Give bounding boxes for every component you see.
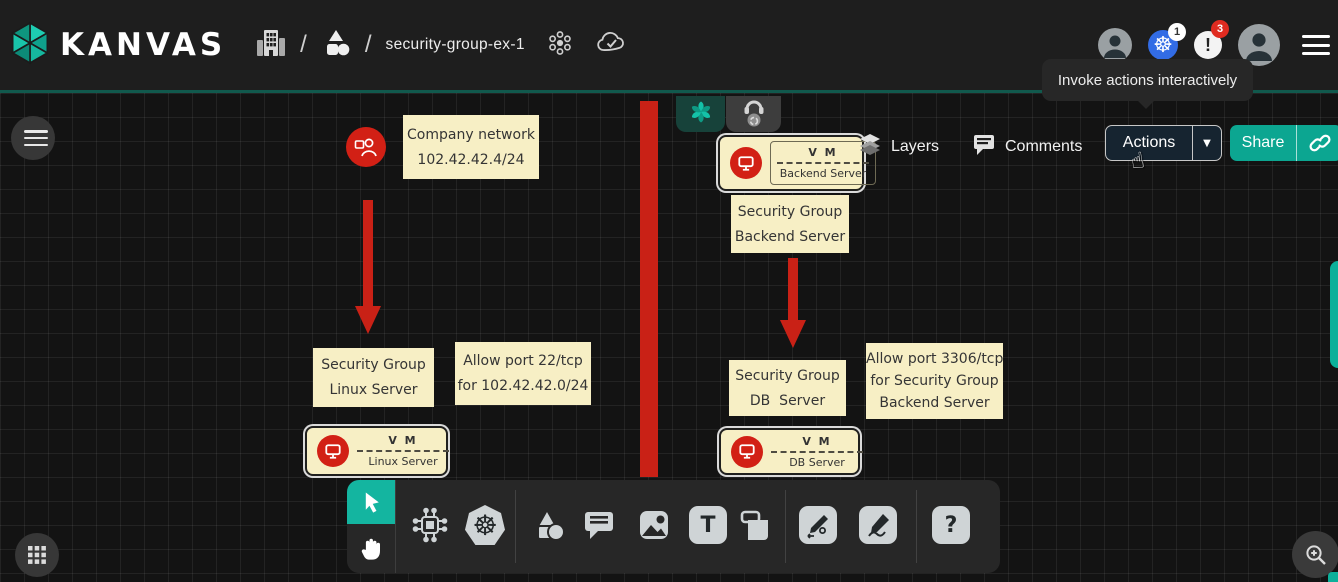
app-logo[interactable]: KANVAS: [10, 21, 226, 70]
pencil-draw-icon: [864, 511, 892, 539]
toolbar-divider: [515, 490, 516, 563]
network-boundary-bar[interactable]: [640, 101, 658, 477]
dashed-divider: [777, 162, 869, 164]
select-tool-button[interactable]: [347, 480, 395, 524]
headset-agent-icon: [739, 96, 769, 133]
cluster-icon[interactable]: [547, 30, 573, 61]
sticky-note-tool-button[interactable]: [733, 503, 777, 547]
offscreen-teal-corner: [1328, 572, 1338, 582]
text-tool-icon: T: [689, 506, 727, 544]
toolbar-divider: [785, 490, 786, 563]
text-tool-button[interactable]: T: [686, 503, 730, 547]
document-status-icons: [547, 30, 627, 61]
user-device-icon: [354, 136, 378, 158]
kanvas-logo-icon: [10, 21, 50, 70]
sg-backend-note[interactable]: Security Group Backend Server: [731, 195, 849, 253]
alert-count-badge: 3: [1211, 20, 1229, 38]
canvas-menu-button[interactable]: [11, 116, 55, 160]
layers-button[interactable]: Layers: [858, 133, 939, 160]
help-tool-button[interactable]: ?: [929, 503, 973, 547]
breadcrumb-separator: /: [300, 31, 307, 59]
grid-apps-button[interactable]: [15, 533, 59, 577]
sg-db-note[interactable]: Security Group DB Server: [729, 360, 846, 416]
comments-button[interactable]: Comments: [972, 133, 1082, 161]
shapes-tool-button[interactable]: [526, 503, 570, 547]
vm-db-server-card[interactable]: V M DB Server: [719, 428, 860, 475]
toolbar-divider: [916, 490, 917, 563]
kubernetes-wheel-icon: ☸: [465, 505, 505, 545]
help-icon: ?: [932, 506, 970, 544]
breadcrumb: / / security-group-ex-1: [256, 27, 525, 64]
offscreen-teal-element[interactable]: [1330, 261, 1338, 368]
comments-icon: [972, 133, 996, 161]
chevron-down-icon[interactable]: ▼: [1193, 126, 1221, 160]
breadcrumb-separator: /: [365, 31, 372, 59]
kubernetes-tool-button[interactable]: ☸: [463, 503, 507, 547]
allow-port-22-note[interactable]: Allow port 22/tcp for 102.42.42.0/24: [455, 342, 591, 405]
zoom-in-icon: [1303, 542, 1329, 568]
alerts-button[interactable]: ! 3: [1194, 31, 1222, 59]
image-tool-button[interactable]: [632, 503, 676, 547]
share-button[interactable]: Share: [1230, 125, 1338, 161]
grid-icon: [28, 546, 46, 564]
actions-button[interactable]: Actions ▼: [1105, 125, 1222, 161]
project-name[interactable]: security-group-ex-1: [386, 36, 525, 54]
copy-link-icon[interactable]: [1297, 125, 1338, 161]
diagram-canvas[interactable]: Company network 102.42.42.4/24 Security …: [0, 90, 1338, 582]
layers-icon: [858, 133, 882, 160]
kubernetes-count-badge: 1: [1168, 23, 1186, 41]
canvas-menu-icon: [24, 130, 48, 146]
pan-tool-button[interactable]: [347, 524, 395, 573]
connector-pen-tool-button[interactable]: [796, 503, 840, 547]
allow-port-3306-note[interactable]: Allow port 3306/tcp for Security Group B…: [866, 343, 1003, 419]
kubernetes-status-button[interactable]: ☸ 1: [1148, 30, 1178, 60]
vm-monitor-icon: [730, 147, 762, 179]
dashed-divider: [771, 451, 863, 453]
company-network-node[interactable]: [346, 127, 386, 167]
draw-pencil-tool-button[interactable]: [856, 503, 900, 547]
cloud-saved-icon[interactable]: [595, 30, 627, 61]
vm-monitor-icon: [731, 436, 763, 468]
actions-tooltip: Invoke actions interactively: [1042, 59, 1253, 101]
zoom-in-button[interactable]: [1292, 531, 1338, 578]
comment-tool-button[interactable]: [577, 503, 621, 547]
swirl-tool-tab[interactable]: [676, 96, 725, 132]
sg-linux-note[interactable]: Security Group Linux Server: [313, 348, 434, 407]
pen-connector-icon: [804, 511, 832, 539]
kanvas-app: KANVAS /: [0, 0, 1338, 582]
dashed-divider: [357, 450, 449, 452]
main-menu-icon[interactable]: [1302, 35, 1330, 55]
company-network-note[interactable]: Company network 102.42.42.4/24: [403, 115, 539, 179]
organization-icon[interactable]: [256, 27, 286, 64]
hand-icon: [358, 535, 384, 563]
assistant-tool-tab[interactable]: [726, 96, 781, 132]
logo-wordmark: KANVAS: [60, 27, 226, 63]
shapes-collection-icon[interactable]: [321, 28, 351, 63]
vm-linux-server-card[interactable]: V M Linux Server: [305, 426, 448, 476]
collaborator-avatar[interactable]: [1098, 28, 1132, 62]
vm-monitor-icon: [317, 435, 349, 467]
vm-backend-server-card[interactable]: V M Backend Server: [718, 135, 864, 191]
bottom-toolbar: ☸: [347, 480, 1000, 573]
infrastructure-tool-button[interactable]: [408, 503, 452, 547]
swirl-icon: [688, 99, 714, 130]
select-cursor-icon: [358, 489, 384, 515]
